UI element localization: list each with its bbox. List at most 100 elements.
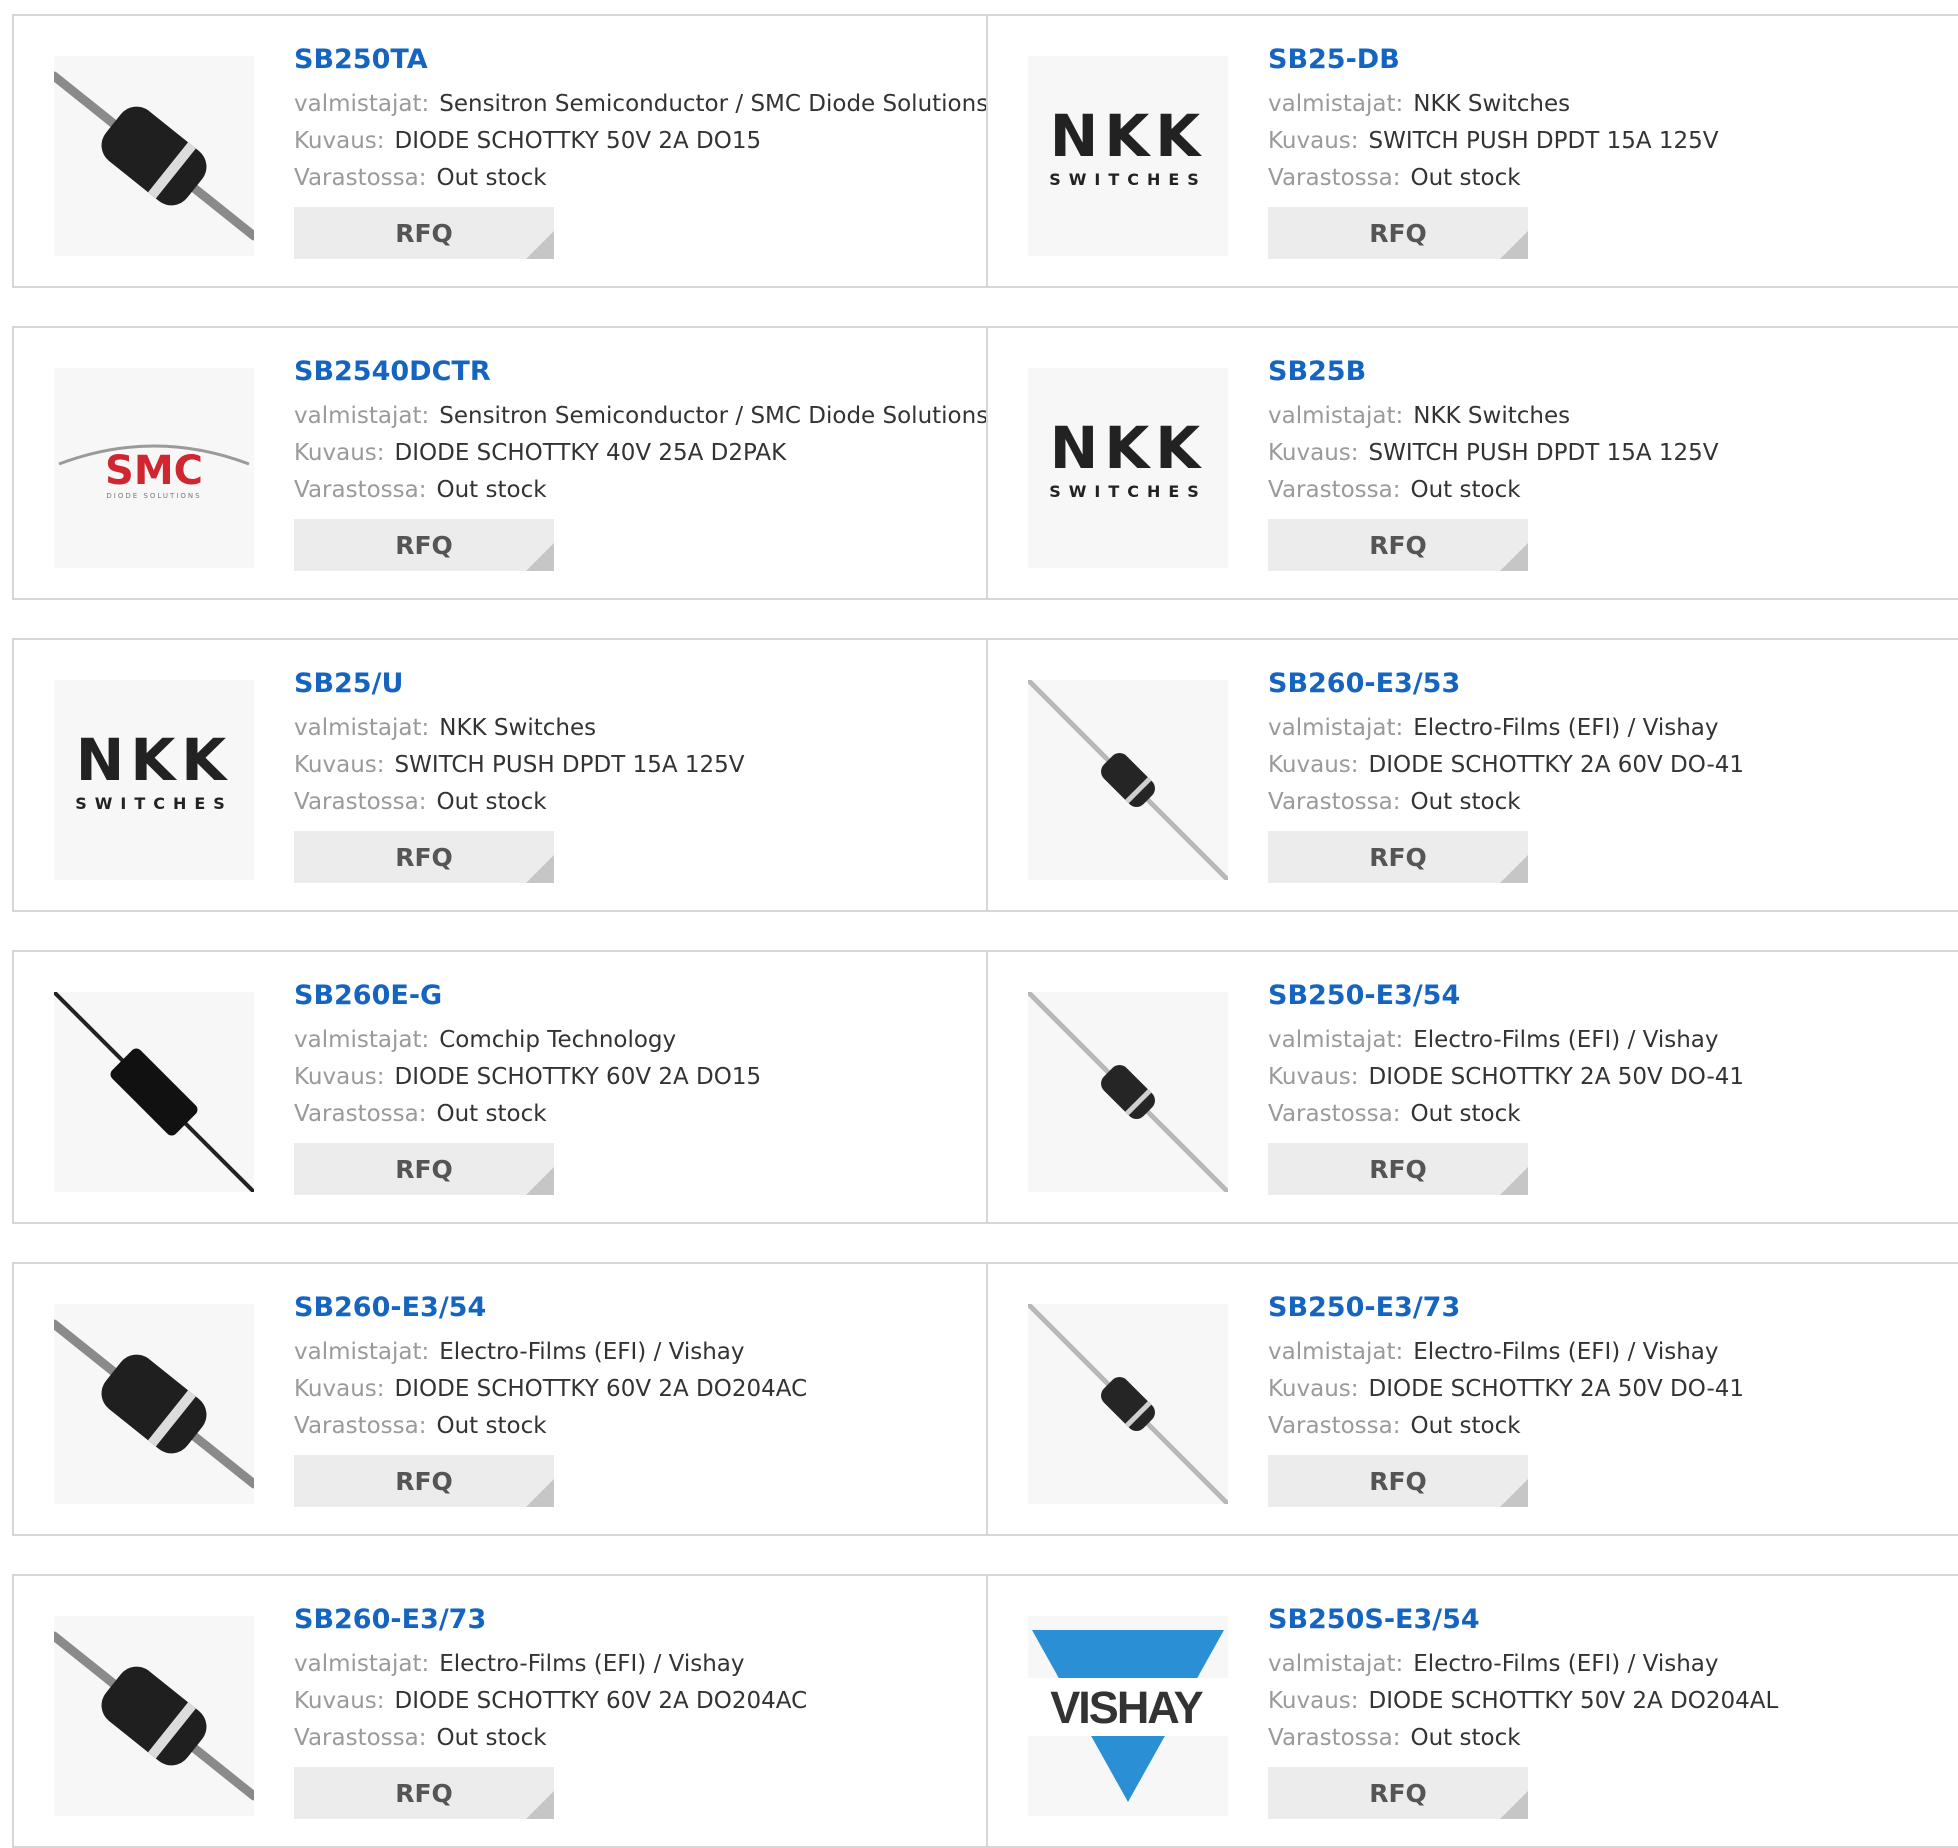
stock-label: Varastossa:	[294, 789, 427, 815]
stock-value: Out stock	[1410, 477, 1521, 503]
rfq-button-label: RFQ	[1369, 1778, 1427, 1808]
manufacturer-row: valmistajat: NKK Switches	[1268, 86, 1948, 123]
nkk-logo: NKKSWITCHES	[1049, 414, 1207, 501]
corner-triangle-icon	[526, 231, 554, 259]
description-label: Kuvaus:	[294, 440, 385, 466]
stock-label: Varastossa:	[1268, 1725, 1401, 1751]
rfq-button[interactable]: RFQ	[1268, 207, 1528, 259]
part-number-link[interactable]: SB250TA	[294, 44, 976, 76]
svg-text:NKK: NKK	[1050, 414, 1206, 482]
product-image[interactable]	[54, 1616, 254, 1816]
rfq-button[interactable]: RFQ	[294, 831, 554, 883]
product-row: SB250TA valmistajat: Sensitron Semiconduc…	[12, 14, 1958, 288]
product-row: SMC DIODE SOLUTIONS SB2540DCTR valmistaja…	[12, 326, 1958, 600]
rfq-button-label: RFQ	[395, 530, 453, 560]
product-card: SB250TA valmistajat: Sensitron Semiconduc…	[14, 16, 989, 286]
product-image[interactable]: NKK SWITCHES	[1028, 56, 1228, 256]
product-info: SB260-E3/73 valmistajat: Electro-Films (E…	[294, 1604, 976, 1819]
rfq-button[interactable]: RFQ	[294, 519, 554, 571]
stock-value: Out stock	[436, 477, 547, 503]
stock-value: Out stock	[436, 1413, 547, 1439]
product-image[interactable]: VISHAY	[1028, 1616, 1228, 1816]
manufacturer-label: valmistajat:	[294, 1651, 430, 1677]
product-image[interactable]	[1028, 992, 1228, 1192]
rfq-button-label: RFQ	[395, 1154, 453, 1184]
manufacturer-row: valmistajat: Electro-Films (EFI) / Vishay	[1268, 1022, 1948, 1059]
corner-triangle-icon	[1500, 855, 1528, 883]
description-row: Kuvaus: DIODE SCHOTTKY 60V 2A DO204AC	[294, 1371, 976, 1408]
product-card: SB250-E3/73 valmistajat: Electro-Films (E…	[986, 1264, 1958, 1534]
part-number-link[interactable]: SB25B	[1268, 356, 1948, 388]
part-number-link[interactable]: SB260-E3/54	[294, 1292, 976, 1324]
rfq-button[interactable]: RFQ	[294, 207, 554, 259]
svg-text:NKK: NKK	[1050, 102, 1206, 170]
stock-row: Varastossa: Out stock	[294, 160, 976, 197]
corner-triangle-icon	[526, 1791, 554, 1819]
description-row: Kuvaus: DIODE SCHOTTKY 60V 2A DO204AC	[294, 1683, 976, 1720]
manufacturer-value: Electro-Films (EFI) / Vishay	[439, 1651, 745, 1677]
part-number-link[interactable]: SB250S-E3/54	[1268, 1604, 1948, 1636]
manufacturer-value: Electro-Films (EFI) / Vishay	[1413, 1651, 1719, 1677]
manufacturer-value: Electro-Films (EFI) / Vishay	[1413, 715, 1719, 741]
stock-row: Varastossa: Out stock	[294, 1408, 976, 1445]
product-image[interactable]	[1028, 1304, 1228, 1504]
description-label: Kuvaus:	[294, 128, 385, 154]
product-image[interactable]: NKK SWITCHES	[54, 680, 254, 880]
manufacturer-value: Electro-Films (EFI) / Vishay	[1413, 1339, 1719, 1365]
diode-thin-icon	[1028, 680, 1228, 880]
part-number-link[interactable]: SB250-E3/54	[1268, 980, 1948, 1012]
product-info: SB260E-G valmistajat: Comchip Technology …	[294, 980, 976, 1195]
part-number-link[interactable]: SB25/U	[294, 668, 976, 700]
manufacturer-label: valmistajat:	[294, 403, 430, 429]
stock-row: Varastossa: Out stock	[294, 1720, 976, 1757]
description-label: Kuvaus:	[1268, 440, 1359, 466]
description-label: Kuvaus:	[294, 1064, 385, 1090]
product-row: SB260-E3/54 valmistajat: Electro-Films (E…	[12, 1262, 1958, 1536]
svg-text:DIODE SOLUTIONS: DIODE SOLUTIONS	[106, 492, 201, 500]
stock-value: Out stock	[436, 165, 547, 191]
rfq-button[interactable]: RFQ	[294, 1143, 554, 1195]
manufacturer-value: NKK Switches	[1413, 403, 1571, 429]
product-image[interactable]	[54, 992, 254, 1192]
description-label: Kuvaus:	[1268, 1376, 1359, 1402]
manufacturer-value: Sensitron Semiconductor / SMC Diode Solu…	[439, 91, 989, 117]
rfq-button[interactable]: RFQ	[1268, 519, 1528, 571]
part-number-link[interactable]: SB2540DCTR	[294, 356, 976, 388]
rfq-button[interactable]: RFQ	[294, 1767, 554, 1819]
stock-label: Varastossa:	[294, 1725, 427, 1751]
stock-label: Varastossa:	[294, 1413, 427, 1439]
rfq-button[interactable]: RFQ	[1268, 1455, 1528, 1507]
product-grid: SB250TA valmistajat: Sensitron Semiconduc…	[0, 0, 1958, 1848]
part-number-link[interactable]: SB260-E3/73	[294, 1604, 976, 1636]
stock-row: Varastossa: Out stock	[1268, 160, 1948, 197]
description-label: Kuvaus:	[1268, 1064, 1359, 1090]
rfq-button[interactable]: RFQ	[294, 1455, 554, 1507]
rfq-button-label: RFQ	[395, 1466, 453, 1496]
product-info: SB250S-E3/54 valmistajat: Electro-Films (…	[1268, 1604, 1948, 1819]
svg-text:SWITCHES: SWITCHES	[1049, 482, 1207, 501]
product-image[interactable]	[1028, 680, 1228, 880]
corner-triangle-icon	[526, 1479, 554, 1507]
manufacturer-value: Comchip Technology	[439, 1027, 677, 1053]
manufacturer-row: valmistajat: Electro-Films (EFI) / Vishay	[1268, 1646, 1948, 1683]
part-number-link[interactable]: SB25-DB	[1268, 44, 1948, 76]
part-number-link[interactable]: SB260-E3/53	[1268, 668, 1948, 700]
description-row: Kuvaus: DIODE SCHOTTKY 2A 50V DO-41	[1268, 1371, 1948, 1408]
part-number-link[interactable]: SB250-E3/73	[1268, 1292, 1948, 1324]
rfq-button[interactable]: RFQ	[1268, 1767, 1528, 1819]
rfq-button[interactable]: RFQ	[1268, 1143, 1528, 1195]
stock-value: Out stock	[436, 1725, 547, 1751]
rfq-button[interactable]: RFQ	[1268, 831, 1528, 883]
product-image[interactable]	[54, 56, 254, 256]
stock-label: Varastossa:	[1268, 165, 1401, 191]
stock-label: Varastossa:	[1268, 789, 1401, 815]
part-number-link[interactable]: SB260E-G	[294, 980, 976, 1012]
rfq-button-label: RFQ	[1369, 1154, 1427, 1184]
product-image[interactable]: NKK SWITCHES	[1028, 368, 1228, 568]
rfq-button-label: RFQ	[395, 218, 453, 248]
product-image[interactable]: SMC DIODE SOLUTIONS	[54, 368, 254, 568]
stock-value: Out stock	[1410, 1101, 1521, 1127]
stock-value: Out stock	[1410, 789, 1521, 815]
product-image[interactable]	[54, 1304, 254, 1504]
svg-text:SWITCHES: SWITCHES	[75, 794, 233, 813]
